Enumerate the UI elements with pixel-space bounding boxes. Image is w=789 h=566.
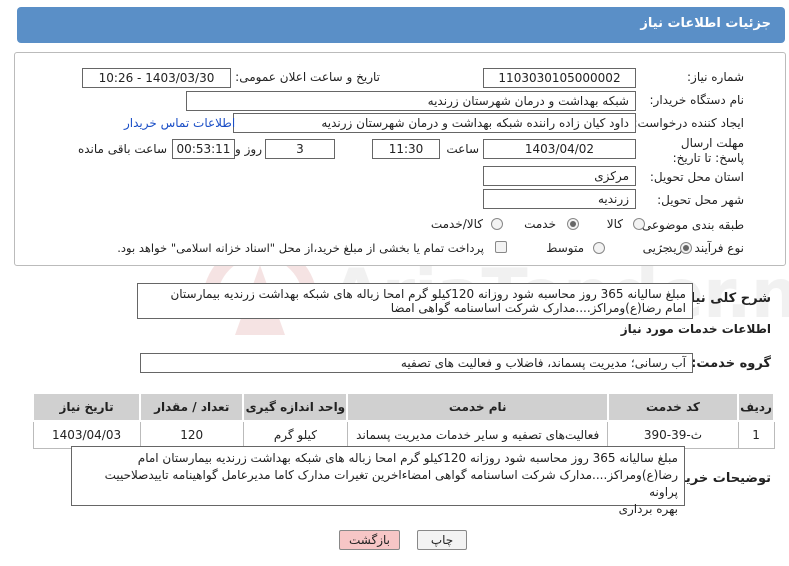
col-qty: تعداد / مقدار — [139, 392, 245, 422]
deadline-time-label: ساعت — [446, 142, 479, 156]
process-radio-medium[interactable] — [593, 242, 605, 254]
col-code: کد خدمت — [606, 392, 740, 422]
category-option-goods: کالا — [606, 217, 623, 231]
days-label: روز و — [235, 142, 262, 156]
deadline-date-field: 1403/04/02 — [483, 139, 636, 159]
category-label: طبقه بندی موضوعی: — [637, 218, 744, 232]
page-header: جزئیات اطلاعات نیاز — [17, 7, 785, 43]
service-group-label: گروه خدمت: — [691, 356, 771, 371]
cell-qty: 120 — [139, 420, 244, 449]
buyer-contact-link[interactable]: اطلاعات تماس خریدار — [124, 116, 235, 130]
process-option-minor: جزیی — [642, 241, 670, 255]
category-radio-goods[interactable] — [633, 218, 645, 230]
remaining-time-field: 00:53:11 — [172, 139, 235, 159]
cell-row: 1 — [737, 420, 775, 449]
deadline-time-field: 11:30 — [372, 139, 440, 159]
process-label: نوع فرآیند خرید : — [659, 241, 744, 255]
city-field: زرندیه — [483, 189, 636, 209]
services-table-header: ردیف کد خدمت نام خدمت واحد اندازه گیری ت… — [31, 392, 775, 422]
service-group-field: آب رسانی؛ مدیریت پسماند، فاضلاب و فعالیت… — [140, 353, 693, 373]
col-row: ردیف — [737, 392, 775, 422]
services-section-title: اطلاعات خدمات مورد نیاز — [620, 322, 771, 336]
cell-unit: کیلو گرم — [242, 420, 348, 449]
page-title: جزئیات اطلاعات نیاز — [640, 16, 771, 31]
print-button[interactable]: چاپ — [417, 530, 467, 550]
buyer-notes-line-3: بهره برداری — [618, 502, 678, 516]
cell-date: 1403/04/03 — [32, 420, 141, 449]
announce-label: تاریخ و ساعت اعلان عمومی: — [235, 70, 380, 84]
category-option-service: خدمت — [524, 217, 556, 231]
creator-label: ایجاد کننده درخواست: — [633, 116, 744, 130]
cell-code: ث-39-390 — [607, 420, 739, 449]
remaining-label: ساعت باقی مانده — [77, 142, 167, 156]
col-name: نام خدمت — [346, 392, 609, 422]
buyer-org-field: شبکه بهداشت و درمان شهرستان زرندیه — [186, 91, 636, 111]
services-table: ردیف کد خدمت نام خدمت واحد اندازه گیری ت… — [31, 392, 775, 449]
summary-line-2: امام رضا(ع)ومراکز....مدارک شرکت اساسنامه… — [390, 301, 686, 315]
province-label: استان محل تحویل: — [649, 170, 744, 184]
creator-field: داود کیان زاده راننده شبکه بهداشت و درما… — [233, 113, 636, 133]
category-option-goods-service: کالا/خدمت — [430, 217, 483, 231]
buyer-org-label: نام دستگاه خریدار: — [649, 93, 745, 107]
summary-line-1: مبلغ سالیانه 365 روز محاسبه شود روزانه 1… — [170, 287, 686, 301]
table-row: 1 ث-39-390 فعالیت‌های تصفیه و سایر خدمات… — [32, 420, 775, 449]
cell-name: فعالیت‌های تصفیه و سایر خدمات مدیریت پسم… — [346, 420, 609, 449]
buyer-notes-line-1: مبلغ سالیانه 365 روز محاسبه شود روزانه 1… — [137, 451, 678, 465]
payment-note: پرداخت تمام یا بخشی از مبلغ خرید،از محل … — [117, 241, 484, 255]
process-option-medium: متوسط — [546, 241, 584, 255]
need-number-field: 1103030105000002 — [483, 68, 636, 88]
back-button[interactable]: بازگشت — [339, 530, 400, 550]
days-field: 3 — [265, 139, 335, 159]
treasury-checkbox[interactable] — [495, 241, 507, 253]
process-radio-minor[interactable] — [680, 242, 692, 254]
summary-textarea: مبلغ سالیانه 365 روز محاسبه شود روزانه 1… — [137, 283, 693, 319]
province-field: مرکزی — [483, 166, 636, 186]
buyer-notes-line-2: رضا(ع)ومراکز....مدارک شرکت اساسنامه گواه… — [104, 468, 678, 499]
buyer-notes-textarea: مبلغ سالیانه 365 روز محاسبه شود روزانه 1… — [71, 446, 685, 516]
need-number-label: شماره نیاز: — [687, 70, 744, 84]
announce-field: 1403/03/30 - 10:26 — [82, 68, 231, 88]
category-radio-goods-service[interactable] — [491, 218, 503, 230]
category-radio-service[interactable] — [567, 218, 579, 230]
col-date: تاریخ نیاز — [31, 392, 142, 422]
city-label: شهر محل تحویل: — [657, 193, 744, 207]
deadline-label: مهلت ارسال پاسخ: تا تاریخ: — [672, 136, 744, 165]
col-unit: واحد اندازه گیری — [242, 392, 349, 422]
